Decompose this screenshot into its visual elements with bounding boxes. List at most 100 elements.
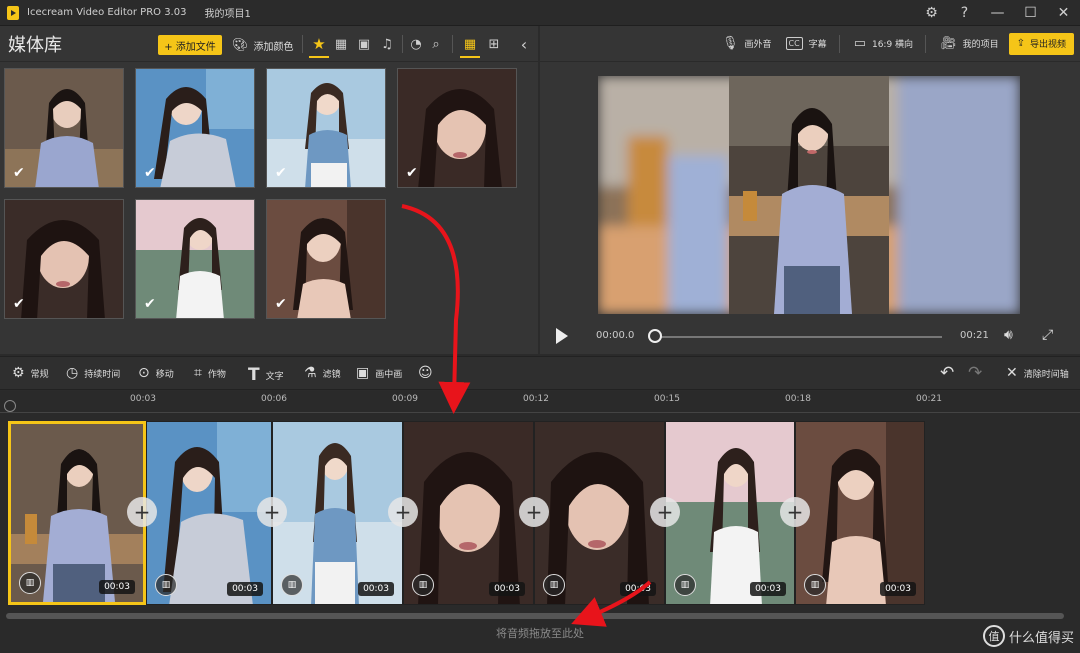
image-filter-icon[interactable]: ▣ xyxy=(356,36,372,52)
tick-label: 00:15 xyxy=(654,394,680,404)
aspect-ratio-button[interactable]: ▭ 16:9 横向 xyxy=(854,36,913,51)
duration-button[interactable]: ◷ 持续时间 xyxy=(66,365,120,381)
audio-drop-zone[interactable]: 将音频拖放至此处 xyxy=(0,625,1080,641)
small-grid-view-icon[interactable]: ⊞ xyxy=(486,36,502,52)
minimize-button[interactable]: — xyxy=(981,0,1014,26)
film-strip-icon[interactable]: ▥ xyxy=(804,574,826,596)
media-thumb[interactable]: ✔ xyxy=(4,68,124,188)
export-label: 导出视频 xyxy=(1029,40,1066,50)
sticker-button[interactable]: ☺ xyxy=(418,365,439,381)
maximize-button[interactable]: ☐ xyxy=(1014,0,1047,26)
clear-timeline-button[interactable]: ✕ 清除时间轴 xyxy=(1006,365,1069,381)
timeline-clip[interactable]: ▥ 00:03 xyxy=(795,421,925,605)
media-thumb[interactable]: ✔ xyxy=(135,68,255,188)
collapse-panel-chevron-icon[interactable]: ‹ xyxy=(516,35,532,54)
film-strip-icon[interactable]: ▥ xyxy=(155,574,177,596)
favorites-star-icon[interactable]: ★ xyxy=(311,35,327,53)
clock-icon: ◷ xyxy=(66,365,79,381)
clip-duration: 00:03 xyxy=(99,580,135,594)
my-projects-button[interactable]: 🎥︎ 我的项目 xyxy=(940,36,999,51)
watermark-logo-icon: 值 xyxy=(982,625,1005,647)
crop-icon: ⌗ xyxy=(194,365,202,381)
film-strip-icon[interactable]: ▥ xyxy=(281,574,303,596)
close-button[interactable]: ✕ xyxy=(1047,0,1080,26)
timeline-clip[interactable]: ▥ 00:03 xyxy=(665,421,795,605)
clip-duration: 00:03 xyxy=(227,582,263,596)
fullscreen-icon[interactable]: ⤢ xyxy=(1042,327,1053,343)
timeline-clip[interactable]: ▥ 00:03 xyxy=(534,421,665,605)
total-time: 00:21 xyxy=(960,330,989,341)
video-filter-icon[interactable]: ▦ xyxy=(333,36,349,52)
filter-button[interactable]: ⚗ 滤镜 xyxy=(304,365,341,381)
export-video-button[interactable]: ⇪ 导出视频 xyxy=(1008,32,1074,55)
timeline: 00:03 00:06 00:09 00:12 00:15 00:18 00:2… xyxy=(0,391,1080,653)
add-transition-button[interactable]: + xyxy=(650,497,680,527)
search-icon[interactable]: ⌕ xyxy=(428,36,444,52)
text-button[interactable]: T 文字 xyxy=(248,365,284,385)
film-strip-icon[interactable]: ▥ xyxy=(674,574,696,596)
clip-duration: 00:03 xyxy=(358,582,394,596)
timeline-clip[interactable]: ▥ 00:03 xyxy=(403,421,534,605)
add-transition-button[interactable]: + xyxy=(519,497,549,527)
my-projects-label: 我的项目 xyxy=(962,40,999,50)
selected-check-icon: ✔ xyxy=(13,296,25,312)
video-preview[interactable] xyxy=(598,76,1020,314)
media-thumb[interactable]: ✔ xyxy=(4,199,124,319)
volume-icon[interactable]: 🔊︎ xyxy=(1004,327,1013,343)
add-transition-button[interactable]: + xyxy=(257,497,287,527)
voiceover-label: 画外音 xyxy=(744,40,772,50)
sort-icon[interactable]: ◔ xyxy=(408,36,424,52)
settings-gear-icon[interactable]: ⚙ xyxy=(915,0,948,26)
media-thumb[interactable]: ✔ xyxy=(266,68,386,188)
add-transition-button[interactable]: + xyxy=(127,497,157,527)
add-transition-button[interactable]: + xyxy=(388,497,418,527)
playhead-start-icon[interactable] xyxy=(4,400,16,412)
duration-label: 持续时间 xyxy=(84,369,121,380)
media-thumb[interactable]: ✔ xyxy=(266,199,386,319)
microphone-icon: 🎙︎ xyxy=(721,36,739,51)
close-x-icon: ✕ xyxy=(1006,365,1018,381)
tick-label: 00:21 xyxy=(916,394,942,404)
redo-icon: ↷ xyxy=(968,363,983,383)
crop-button[interactable]: ⌗ 作物 xyxy=(194,365,226,381)
timeline-clip[interactable]: ▥ 00:03 xyxy=(272,421,403,605)
large-grid-view-icon[interactable]: ▦ xyxy=(462,36,478,52)
media-thumb[interactable]: ✔ xyxy=(135,199,255,319)
move-button[interactable]: ⊙ 移动 xyxy=(138,365,174,381)
seek-handle[interactable] xyxy=(648,329,662,343)
timeline-clip[interactable]: ▥ 00:03 xyxy=(146,421,272,605)
undo-button[interactable]: ↶ xyxy=(940,363,960,383)
add-transition-button[interactable]: + xyxy=(780,497,810,527)
add-color-label: 添加颜色 xyxy=(253,41,294,53)
selected-check-icon: ✔ xyxy=(144,296,156,312)
help-icon[interactable]: ? xyxy=(948,0,981,26)
add-color-button[interactable]: 🎨︎ 添加颜色 xyxy=(232,35,294,55)
preview-frame xyxy=(598,76,1020,314)
pip-button[interactable]: ▣ 画中画 xyxy=(356,365,402,381)
media-library-title: 媒体库 xyxy=(8,34,62,56)
selected-check-icon: ✔ xyxy=(13,165,25,181)
redo-button[interactable]: ↷ xyxy=(968,363,988,383)
crop-label: 作物 xyxy=(207,369,226,380)
timeline-clip[interactable]: ▥ 00:03 xyxy=(8,421,146,605)
play-icon[interactable] xyxy=(556,328,568,344)
voiceover-button[interactable]: 🎙︎ 画外音 xyxy=(722,36,772,51)
undo-icon: ↶ xyxy=(940,363,955,383)
filter-label: 滤镜 xyxy=(322,369,341,380)
seek-bar[interactable] xyxy=(654,336,942,338)
general-button[interactable]: ⚙ 常规 xyxy=(12,365,49,381)
selected-check-icon: ✔ xyxy=(275,165,287,181)
film-strip-icon[interactable]: ▥ xyxy=(543,574,565,596)
add-file-button[interactable]: + 添加文件 xyxy=(158,35,222,55)
app-title: Icecream Video Editor PRO 3.03 xyxy=(27,7,187,18)
edit-toolbar: ⚙ 常规 ◷ 持续时间 ⊙ 移动 ⌗ 作物 T 文字 ⚗ 滤镜 ▣ 画中画 ☺ ↶ ↷ ✕ 清除… xyxy=(0,356,1080,390)
film-strip-icon[interactable]: ▥ xyxy=(19,572,41,594)
media-thumb[interactable]: ✔ xyxy=(397,68,517,188)
tick-label: 00:06 xyxy=(261,394,287,404)
preview-toolbar: 🎙︎ 画外音 CC 字幕 ▭ 16:9 横向 🎥︎ 我的项目 ⇪ 导出视频 xyxy=(540,26,1080,62)
audio-filter-icon[interactable]: ♫ xyxy=(379,36,395,52)
subtitle-button[interactable]: CC 字幕 xyxy=(785,37,827,50)
tick-label: 00:09 xyxy=(392,394,418,404)
film-strip-icon[interactable]: ▥ xyxy=(412,574,434,596)
timeline-scrollbar[interactable] xyxy=(6,613,1064,619)
